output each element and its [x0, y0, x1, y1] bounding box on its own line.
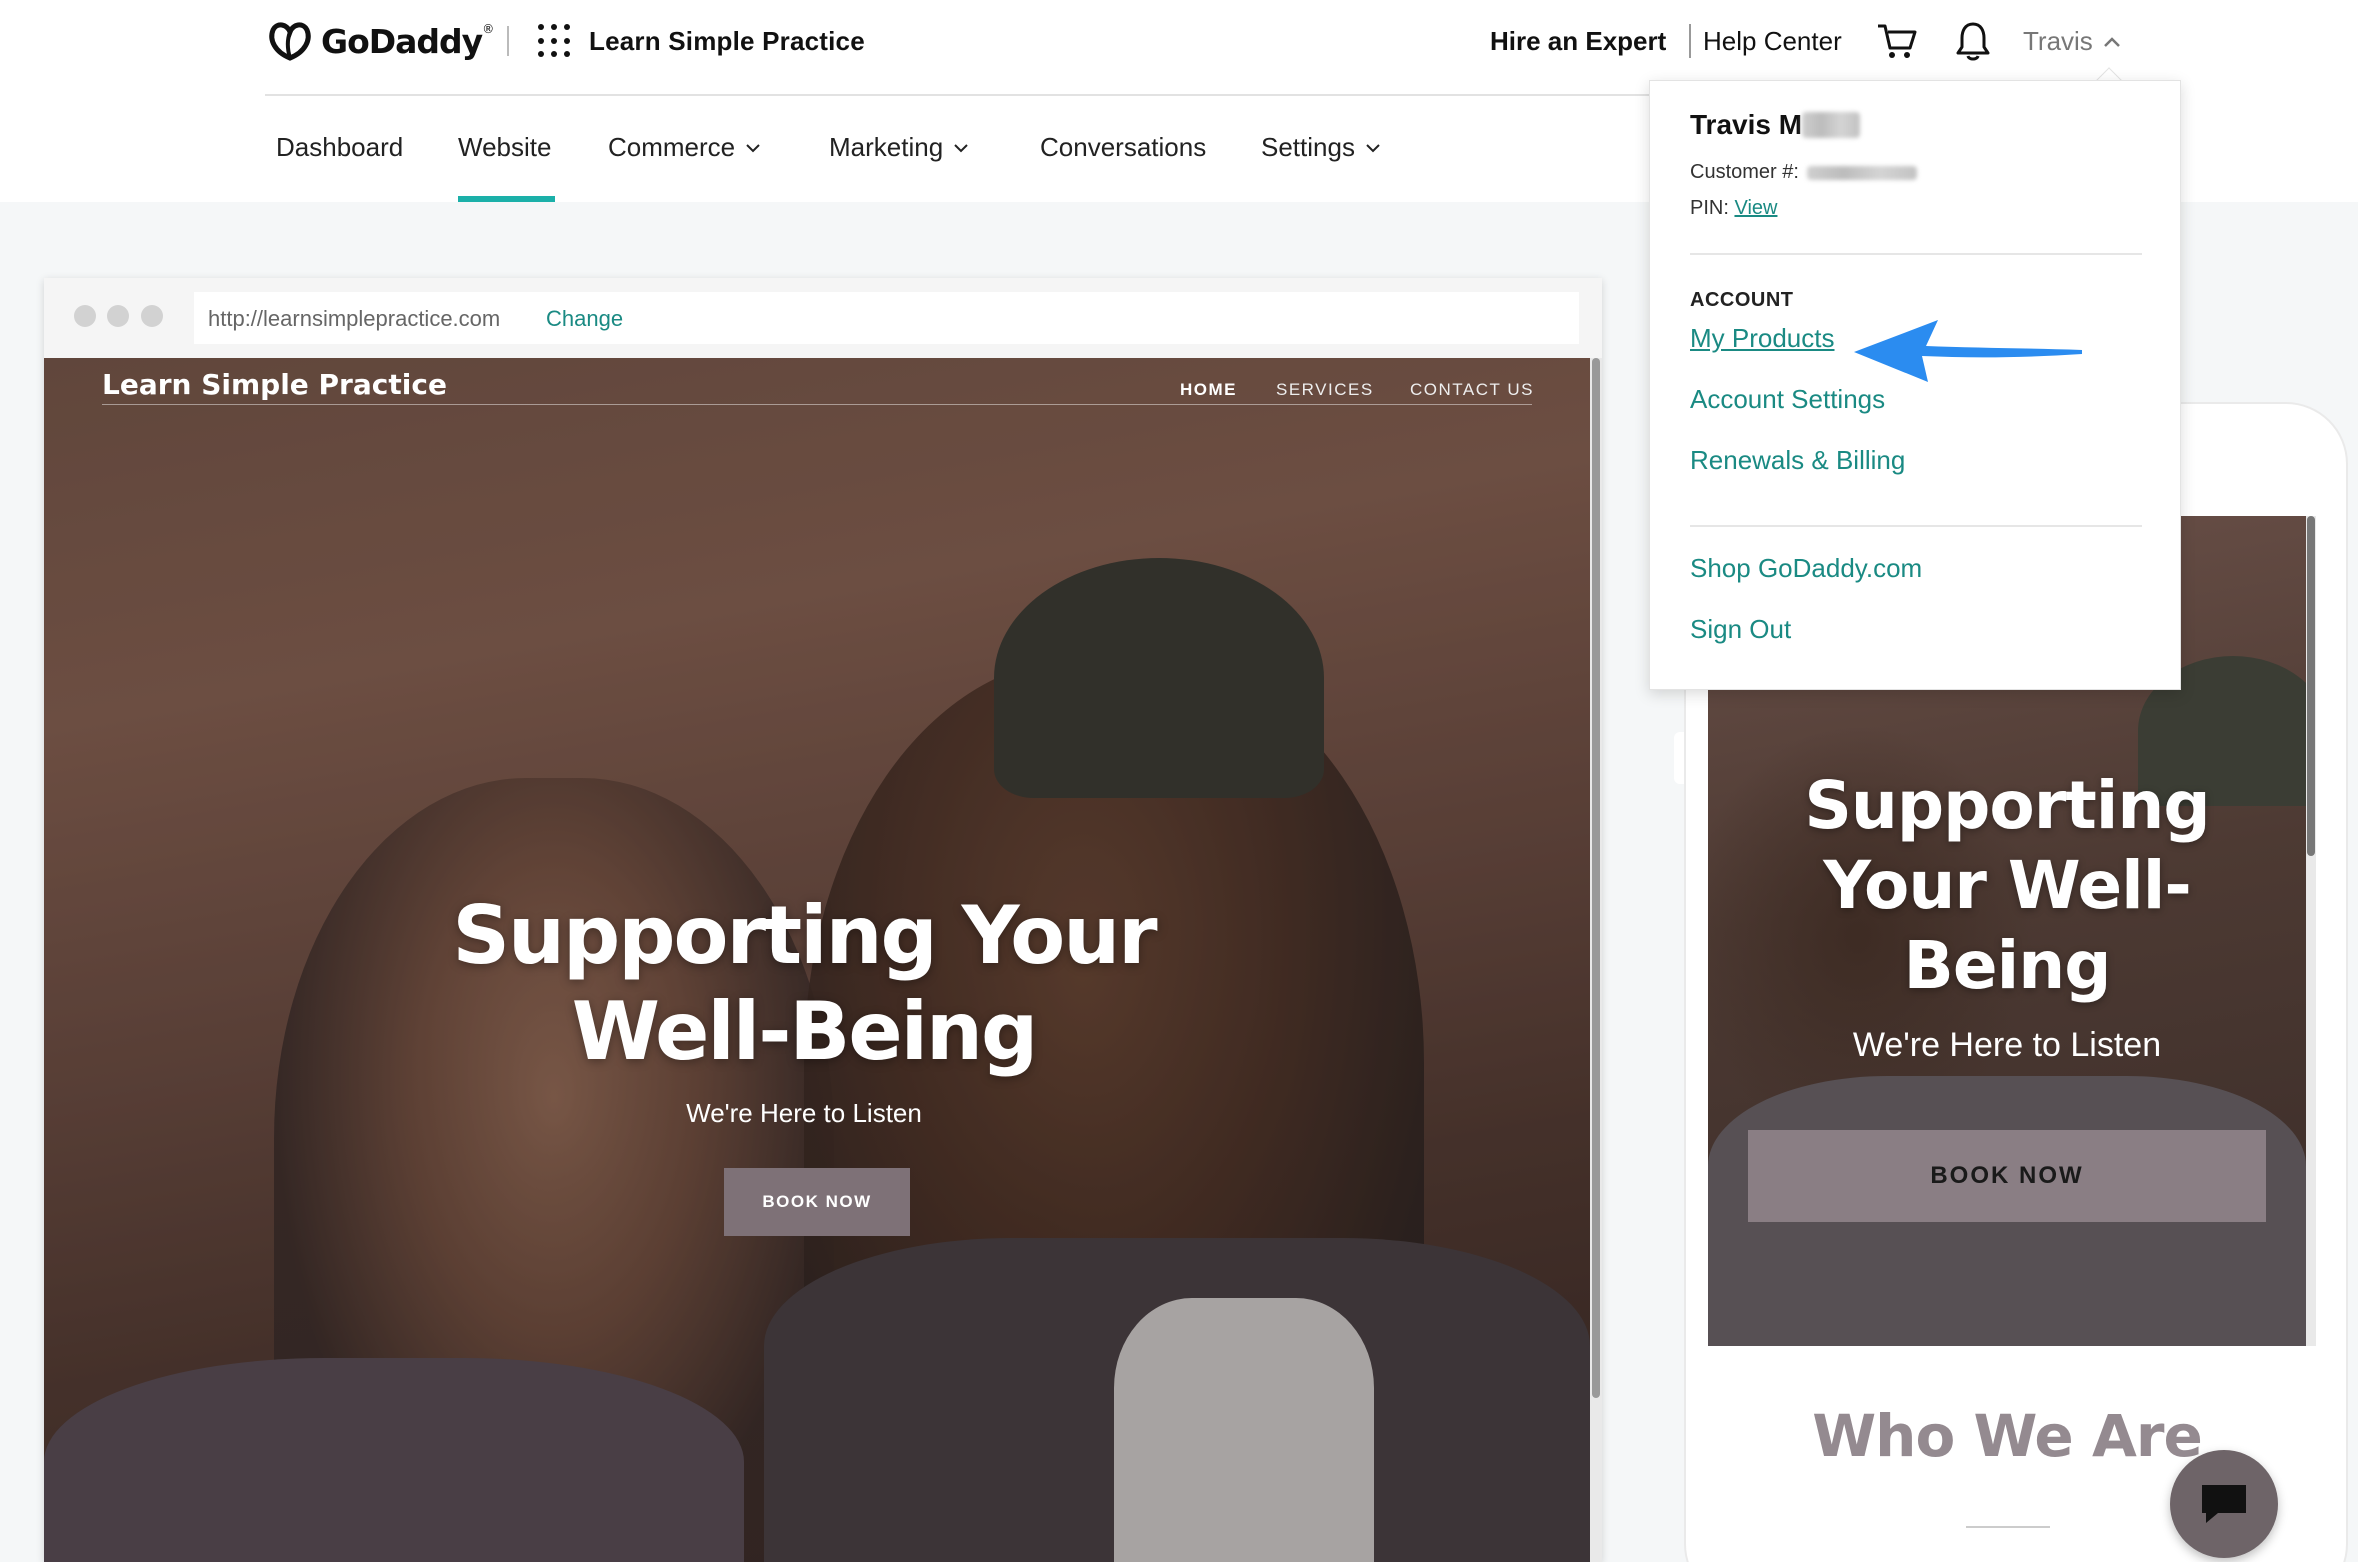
account-name: Travis M	[1690, 109, 1861, 141]
header-divider	[507, 26, 509, 56]
chevron-down-icon	[746, 143, 760, 152]
window-dot	[107, 305, 129, 327]
nav-marketing[interactable]: Marketing	[829, 132, 969, 163]
hero-section: Learn Simple Practice HOME SERVICES CONT…	[44, 358, 1590, 1562]
chat-icon	[2202, 1485, 2246, 1523]
desktop-preview[interactable]: http://learnsimplepractice.com Change Le…	[44, 278, 1602, 1562]
mobile-scrollbar[interactable]	[2306, 516, 2316, 1346]
redacted-text	[1806, 165, 1917, 180]
shop-godaddy-link[interactable]: Shop GoDaddy.com	[1690, 553, 1922, 584]
mobile-hero-subtitle: We're Here to Listen	[1852, 1026, 2162, 1064]
site-name[interactable]: Learn Simple Practice	[589, 26, 865, 57]
cart-icon[interactable]	[1876, 22, 1918, 60]
mobile-book-now-button[interactable]: BOOK NOW	[1748, 1130, 2266, 1222]
site-nav-home[interactable]: HOME	[1180, 380, 1237, 400]
header-divider	[1689, 24, 1691, 58]
url-field: http://learnsimplepractice.com Change	[194, 292, 1579, 344]
redacted-text	[1802, 112, 1861, 138]
user-menu-toggle[interactable]: Travis	[2023, 26, 2121, 57]
section-rule	[1966, 1526, 2050, 1528]
dropdown-divider	[1690, 253, 2142, 255]
nav-website[interactable]: Website	[458, 132, 551, 163]
book-now-button[interactable]: BOOK NOW	[724, 1168, 910, 1236]
user-name: Travis	[2023, 26, 2093, 56]
site-nav-services[interactable]: SERVICES	[1276, 380, 1374, 400]
window-dot	[141, 305, 163, 327]
annotation-arrow-icon	[1854, 320, 2082, 382]
my-products-link[interactable]: My Products	[1690, 323, 1835, 354]
apps-grid-icon[interactable]	[538, 24, 572, 58]
mobile-hero-title: Supporting Your Well-Being	[1804, 767, 2210, 1004]
customer-number: Customer #:	[1690, 161, 1917, 184]
active-tab-indicator	[458, 196, 555, 202]
hero-subtitle: We're Here to Listen	[686, 1098, 922, 1128]
renewals-billing-link[interactable]: Renewals & Billing	[1690, 445, 1905, 476]
sign-out-link[interactable]: Sign Out	[1690, 614, 1791, 645]
dropdown-divider	[1690, 525, 2142, 527]
godaddy-logo[interactable]: GoDaddy®	[265, 18, 494, 64]
nav-dashboard[interactable]: Dashboard	[276, 132, 403, 163]
pin-view-link[interactable]: View	[1734, 197, 1777, 219]
nav-conversations[interactable]: Conversations	[1040, 132, 1206, 163]
hero-title: Supporting Your Well-Being	[452, 889, 1157, 1078]
chevron-down-icon	[954, 143, 968, 152]
site-logo[interactable]: Learn Simple Practice	[102, 368, 447, 401]
brand-name: GoDaddy®	[321, 21, 494, 61]
nav-settings[interactable]: Settings	[1261, 132, 1381, 163]
browser-bar: http://learnsimplepractice.com Change	[44, 278, 1602, 358]
scrollbar-thumb[interactable]	[2307, 516, 2315, 856]
chevron-up-icon	[2103, 36, 2120, 47]
chat-button[interactable]	[2170, 1450, 2278, 1558]
window-dot	[74, 305, 96, 327]
pin-row: PIN: View	[1690, 197, 1778, 219]
bell-icon[interactable]	[1955, 20, 1991, 62]
site-header-rule	[102, 404, 1532, 405]
hire-expert-link[interactable]: Hire an Expert	[1490, 26, 1666, 57]
scrollbar-thumb[interactable]	[1592, 358, 1600, 1398]
preview-scrollbar[interactable]	[1590, 358, 1602, 1562]
account-heading: ACCOUNT	[1690, 289, 1794, 311]
site-nav-contact[interactable]: CONTACT US	[1410, 380, 1534, 400]
help-center-link[interactable]: Help Center	[1703, 26, 1842, 57]
site-url: http://learnsimplepractice.com	[208, 306, 501, 331]
chevron-down-icon	[1366, 143, 1380, 152]
godaddy-logo-icon	[269, 22, 311, 61]
nav-commerce[interactable]: Commerce	[608, 132, 761, 163]
change-domain-link[interactable]: Change	[546, 306, 623, 332]
